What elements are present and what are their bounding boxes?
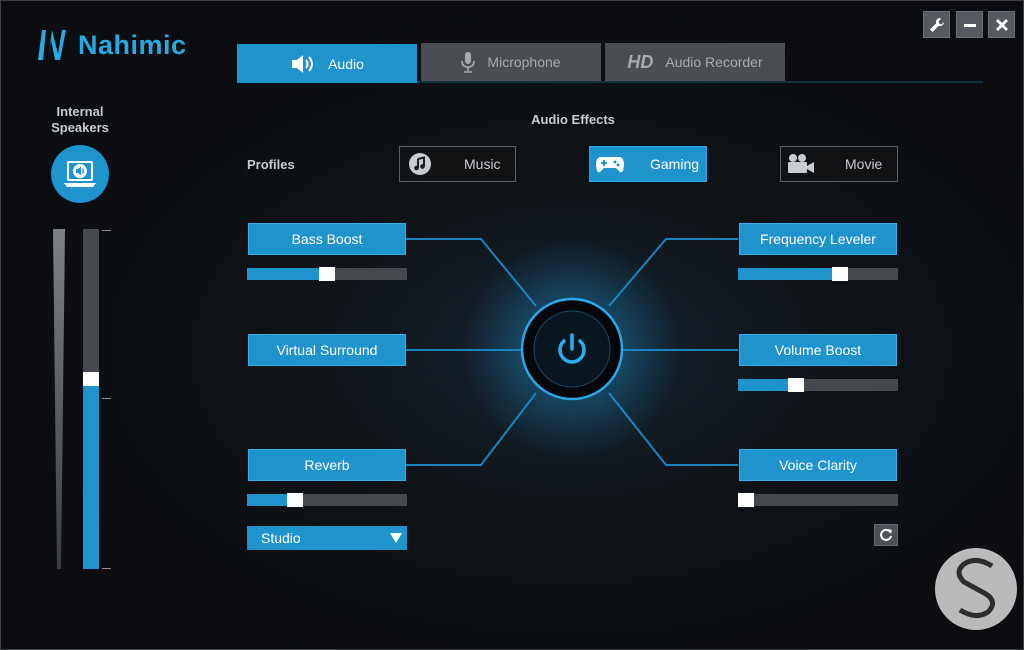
power-button[interactable]	[520, 297, 624, 401]
slider-knob[interactable]	[738, 493, 754, 507]
slider-knob[interactable]	[788, 378, 804, 392]
volume-meter	[53, 229, 65, 569]
volume-knob[interactable]	[83, 372, 99, 386]
frequency-leveler-slider[interactable]	[738, 267, 898, 281]
music-note-icon	[409, 153, 431, 175]
slider-fill	[738, 268, 832, 280]
app-name: Nahimic	[78, 29, 187, 60]
close-button[interactable]	[988, 11, 1015, 38]
minimize-icon	[963, 23, 976, 27]
reverb-preset-value: Studio	[261, 530, 301, 546]
device-label: Internal Speakers	[45, 104, 115, 136]
bass-boost-button[interactable]: Bass Boost	[248, 223, 406, 255]
slider-fill	[247, 494, 287, 506]
tab-audio-recorder[interactable]: HD Audio Recorder	[605, 43, 785, 81]
profile-gaming-button[interactable]: Gaming	[589, 146, 707, 182]
profile-movie-button[interactable]: Movie	[780, 146, 898, 182]
microphone-icon	[461, 52, 476, 73]
slider-knob[interactable]	[319, 267, 335, 281]
hd-badge: HD	[627, 51, 654, 72]
volume-fill	[83, 379, 99, 569]
gamepad-icon	[596, 157, 624, 173]
slider-knob[interactable]	[287, 493, 303, 507]
nahimic-logo: Nahimic	[36, 28, 187, 62]
slider-knob[interactable]	[832, 267, 848, 281]
reset-icon	[880, 528, 892, 541]
close-icon	[995, 18, 1008, 31]
virtual-surround-button[interactable]: Virtual Surround	[248, 334, 406, 366]
tab-audio[interactable]: Audio	[237, 44, 417, 83]
volume-boost-slider[interactable]	[738, 378, 898, 392]
reset-button[interactable]	[874, 524, 898, 546]
settings-button[interactable]	[923, 11, 950, 38]
volume-tick	[102, 230, 111, 231]
frequency-leveler-button[interactable]: Frequency Leveler	[739, 223, 897, 255]
section-title: Audio Effects	[531, 112, 615, 127]
voice-clarity-slider[interactable]	[738, 493, 898, 507]
profiles-label: Profiles	[247, 157, 295, 172]
volume-slider[interactable]	[83, 229, 99, 569]
reverb-button[interactable]: Reverb	[248, 449, 406, 481]
s-watermark-icon	[956, 558, 995, 618]
volume-tick	[102, 398, 111, 399]
voice-clarity-button[interactable]: Voice Clarity	[739, 449, 897, 481]
reverb-slider[interactable]	[247, 493, 407, 507]
reverb-preset-dropdown[interactable]: Studio	[247, 526, 407, 550]
tab-label: Audio	[328, 55, 364, 72]
watermark-logo	[935, 548, 1017, 630]
laptop-speaker-icon	[64, 161, 96, 187]
device-button[interactable]	[51, 145, 109, 203]
speaker-icon	[292, 54, 314, 73]
movie-camera-icon	[788, 154, 814, 173]
dropdown-arrow-icon	[390, 533, 402, 543]
tab-underline	[237, 81, 983, 83]
profile-label: Movie	[845, 156, 883, 172]
nahimic-window: Nahimic Audio Microphone HD Audio Record…	[0, 0, 1024, 650]
device-label-line2: Speakers	[51, 120, 109, 135]
tab-microphone[interactable]: Microphone	[421, 43, 601, 81]
tab-label: Audio Recorder	[665, 54, 763, 70]
effects-connector-lines	[186, 238, 956, 466]
profile-label: Music	[464, 156, 501, 172]
minimize-button[interactable]	[956, 11, 983, 38]
profile-label: Gaming	[650, 156, 700, 172]
nahimic-logo-icon	[38, 30, 66, 60]
volume-boost-button[interactable]: Volume Boost	[739, 334, 897, 366]
slider-fill	[247, 268, 319, 280]
wrench-icon	[929, 17, 944, 32]
volume-tick	[102, 568, 111, 569]
bass-boost-slider[interactable]	[247, 267, 407, 281]
tab-label: Microphone	[487, 54, 561, 70]
slider-fill	[738, 379, 788, 391]
profile-music-button[interactable]: Music	[399, 146, 516, 182]
device-label-line1: Internal	[56, 104, 104, 119]
